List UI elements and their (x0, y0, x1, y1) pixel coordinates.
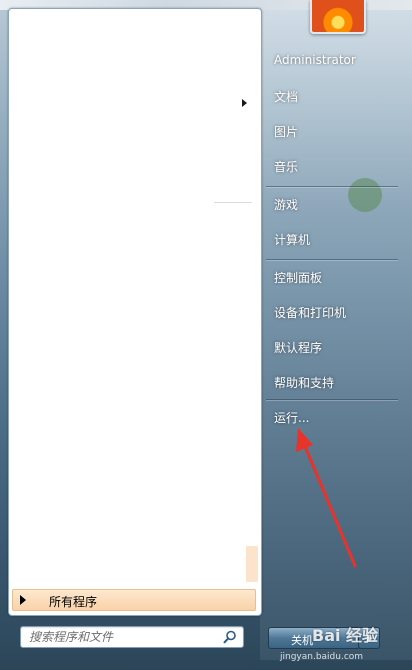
all-programs-button[interactable]: 所有程序 (12, 589, 256, 611)
shutdown-label: 关机 (291, 634, 313, 647)
submenu-arrow-icon[interactable] (242, 99, 247, 107)
arrow-right-icon (20, 595, 26, 605)
watermark-url: jingyan.baidu.com (280, 652, 364, 662)
search-icon[interactable] (223, 630, 237, 644)
menu-item-devices-printers[interactable]: 设备和打印机 (274, 304, 346, 321)
search-box[interactable] (20, 626, 244, 648)
menu-item-run[interactable]: 运行... (274, 409, 309, 426)
menu-item-documents[interactable]: 文档 (274, 88, 298, 105)
menu-separator (266, 259, 398, 260)
menu-separator (266, 186, 398, 187)
menu-separator (266, 399, 398, 400)
menu-item-computer[interactable]: 计算机 (274, 231, 310, 248)
menu-item-pictures[interactable]: 图片 (274, 123, 298, 140)
user-avatar[interactable] (310, 0, 366, 34)
watermark-logo: Bai 经验 (312, 626, 379, 645)
menu-item-control-panel[interactable]: 控制面板 (274, 269, 322, 286)
start-menu-programs-panel (8, 8, 262, 616)
background-window (260, 10, 412, 660)
menu-item-help-support[interactable]: 帮助和支持 (274, 374, 334, 391)
menu-item-games[interactable]: 游戏 (274, 196, 298, 213)
menu-item-music[interactable]: 音乐 (274, 158, 298, 175)
menu-item-default-programs[interactable]: 默认程序 (274, 339, 322, 356)
scroll-highlight (246, 546, 258, 582)
search-input[interactable] (29, 628, 219, 646)
panel-divider (214, 202, 252, 203)
background-circle (348, 178, 382, 212)
menu-item-administrator[interactable]: Administrator (274, 53, 356, 67)
all-programs-label: 所有程序 (49, 595, 98, 609)
